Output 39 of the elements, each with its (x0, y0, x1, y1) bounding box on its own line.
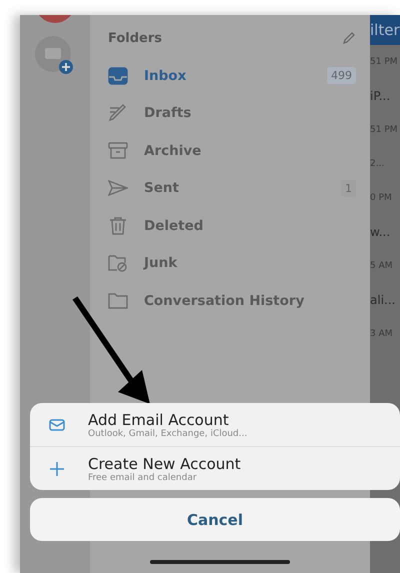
cancel-button[interactable]: Cancel (30, 498, 400, 541)
inbox-tray-icon (108, 66, 128, 85)
account-avatar-icon[interactable] (37, 15, 73, 23)
filter-button[interactable]: ilter (370, 15, 400, 45)
pencil-icon[interactable] (342, 31, 356, 45)
pencil-icon (108, 104, 128, 122)
folder-icon (108, 292, 128, 310)
folder-label: Drafts (144, 105, 192, 122)
account-option[interactable]: Add Email Account Outlook, Gmail, Exchange, iCloud... (30, 403, 400, 446)
folder-item[interactable]: Archive (108, 132, 356, 170)
unread-count: 1 (341, 180, 356, 197)
option-subtitle: Outlook, Gmail, Exchange, iCloud... (88, 428, 248, 438)
message-fragment: iP... (370, 88, 392, 105)
send-icon (108, 179, 128, 198)
folder-item[interactable]: Deleted (108, 207, 356, 244)
folder-item[interactable]: Drafts (108, 94, 356, 132)
message-fragment: w... (370, 224, 392, 241)
option-title: Create New Account (88, 454, 241, 472)
folder-item[interactable]: Sent 1 (108, 170, 356, 207)
folder-label: Inbox (144, 68, 188, 84)
add-mail-account-icon[interactable] (34, 35, 76, 77)
folder-label: Conversation History (144, 292, 306, 309)
folder-label: Junk (144, 255, 178, 272)
message-fragment: ali... (370, 292, 396, 309)
plus-icon (48, 460, 66, 478)
account-option[interactable]: Create New Account Free email and calendar (30, 446, 400, 490)
folder-label: Deleted (144, 218, 204, 234)
folder-label: Sent (144, 180, 180, 196)
trash-icon (108, 216, 128, 235)
folder-label: Archive (144, 142, 202, 159)
option-title: Add Email Account (88, 410, 230, 428)
folder-item[interactable]: Conversation History (108, 282, 356, 320)
folders-heading: Folders (108, 30, 162, 46)
archive-box-icon (108, 142, 128, 160)
option-subtitle: Free email and calendar (88, 472, 198, 482)
folder-blocked-icon (108, 254, 128, 272)
unread-count: 499 (327, 67, 356, 84)
folder-item[interactable]: Inbox 499 (108, 57, 356, 94)
folder-item[interactable]: Junk (108, 244, 356, 282)
